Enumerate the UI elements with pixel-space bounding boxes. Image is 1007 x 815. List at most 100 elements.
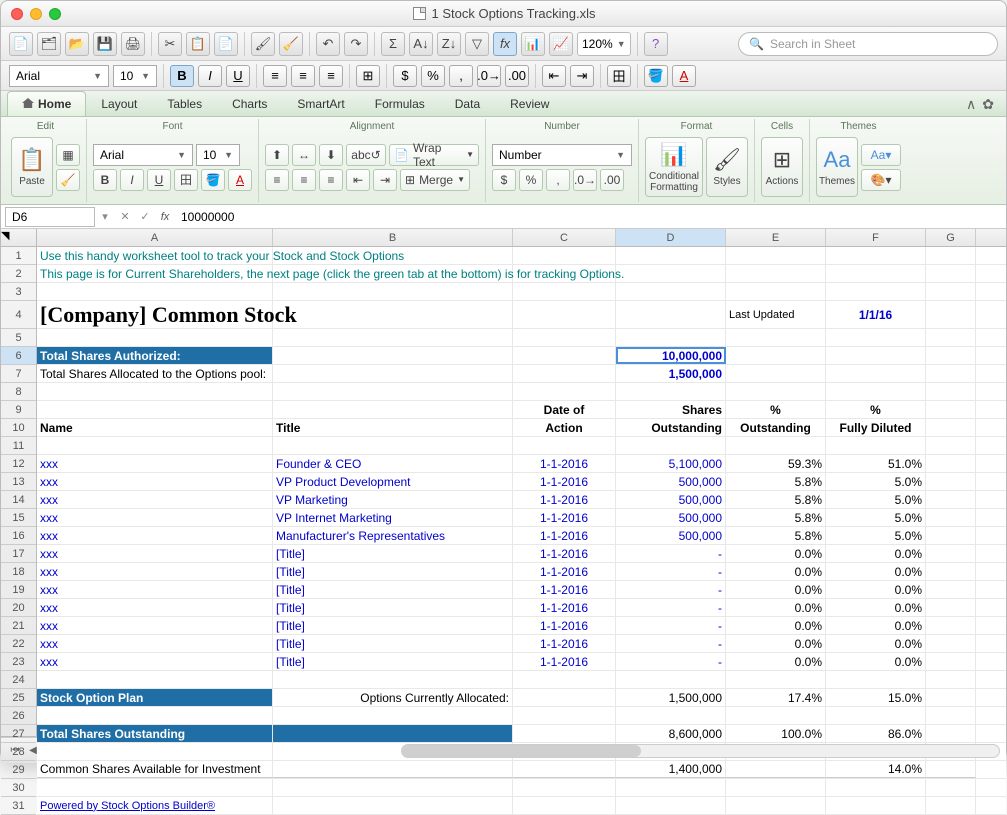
cell[interactable] (926, 725, 976, 742)
cell[interactable] (926, 563, 976, 580)
actions-button[interactable]: ⊞Actions (761, 137, 803, 197)
valign-mid-button[interactable]: ↔ (292, 144, 316, 166)
cell[interactable]: [Title] (273, 599, 513, 616)
minimize-window-button[interactable] (30, 8, 42, 20)
open-button[interactable]: 📂 (65, 32, 89, 56)
themes-button[interactable]: AaThemes (816, 137, 858, 197)
cell[interactable] (926, 779, 976, 796)
cell[interactable] (926, 707, 976, 724)
cell[interactable]: Common Shares Available for Investment (37, 761, 273, 778)
cell[interactable]: Total Shares Allocated to the Options po… (37, 365, 273, 382)
cell[interactable] (926, 419, 976, 436)
cell[interactable]: 1-1-2016 (513, 617, 616, 634)
theme-fonts-button[interactable]: Aa▾ (861, 144, 901, 166)
cell[interactable] (726, 283, 826, 300)
cell[interactable] (826, 283, 926, 300)
clear-button-2[interactable]: 🧹 (56, 169, 80, 191)
cell[interactable] (926, 401, 976, 418)
tab-home[interactable]: A HomeHome (7, 91, 86, 116)
cell[interactable]: Last Updated (726, 301, 826, 328)
row-16[interactable]: 16 (1, 527, 36, 545)
cell[interactable] (726, 707, 826, 724)
cell[interactable] (926, 329, 976, 346)
cell[interactable]: Name (37, 419, 273, 436)
cell[interactable]: 1,400,000 (616, 761, 726, 778)
format-painter-button[interactable]: 🖌 (251, 32, 275, 56)
cell[interactable]: 5.8% (726, 473, 826, 490)
cell[interactable] (926, 437, 976, 454)
col-C[interactable]: C (513, 229, 616, 246)
font-family-combo[interactable]: Arial▼ (9, 65, 109, 87)
cell[interactable]: 0.0% (826, 635, 926, 652)
cell[interactable]: xxx (37, 563, 273, 580)
copy-button[interactable]: 📋 (186, 32, 210, 56)
col-B[interactable]: B (273, 229, 513, 246)
cell[interactable]: % (826, 401, 926, 418)
cell[interactable]: 1-1-2016 (513, 491, 616, 508)
cell[interactable]: 0.0% (726, 545, 826, 562)
hscroll-thumb[interactable] (402, 745, 641, 757)
cell[interactable]: Outstanding (616, 419, 726, 436)
cell[interactable] (273, 329, 513, 346)
bold-button[interactable]: B (170, 65, 194, 87)
tab-formulas[interactable]: Formulas (360, 91, 440, 116)
cell[interactable] (616, 707, 726, 724)
row-29[interactable]: 29 (1, 761, 36, 779)
cell[interactable] (826, 797, 926, 814)
cell[interactable] (616, 329, 726, 346)
row-22[interactable]: 22 (1, 635, 36, 653)
cell[interactable]: - (616, 563, 726, 580)
help-button[interactable]: ? (644, 32, 668, 56)
cell[interactable]: 1-1-2016 (513, 545, 616, 562)
cell[interactable] (273, 437, 513, 454)
templates-button[interactable]: 🗂 (37, 32, 61, 56)
cell[interactable]: Shares (616, 401, 726, 418)
cell[interactable] (926, 509, 976, 526)
cell[interactable]: 5.8% (726, 509, 826, 526)
cut-button[interactable]: ✂ (158, 32, 182, 56)
align-right-button[interactable]: ≡ (319, 65, 343, 87)
cell[interactable] (726, 797, 826, 814)
cell[interactable] (513, 383, 616, 400)
cell[interactable]: xxx (37, 617, 273, 634)
cell[interactable] (826, 437, 926, 454)
save-button[interactable]: 💾 (93, 32, 117, 56)
cell[interactable]: VP Marketing (273, 491, 513, 508)
cell[interactable] (513, 725, 616, 742)
indent-left-button[interactable]: ⇤ (542, 65, 566, 87)
cell[interactable] (726, 437, 826, 454)
cell[interactable] (273, 761, 513, 778)
row-15[interactable]: 15 (1, 509, 36, 527)
cell[interactable] (726, 329, 826, 346)
cell[interactable]: Title (273, 419, 513, 436)
ribbon-fillcolor-button[interactable]: 🪣 (201, 169, 225, 191)
cell[interactable]: - (616, 653, 726, 670)
cell[interactable]: 86.0% (826, 725, 926, 742)
cell[interactable] (926, 671, 976, 688)
sort-asc-button[interactable]: A↓ (409, 32, 433, 56)
row-19[interactable]: 19 (1, 581, 36, 599)
cell[interactable] (273, 797, 513, 814)
cell[interactable]: VP Product Development (273, 473, 513, 490)
currency-button-2[interactable]: $ (492, 169, 516, 191)
cell[interactable] (926, 247, 976, 264)
cell[interactable] (616, 797, 726, 814)
redo-button[interactable]: ↷ (344, 32, 368, 56)
cell[interactable] (826, 265, 926, 282)
merge-cells-button[interactable]: ⊞ (356, 65, 380, 87)
collapse-ribbon-button[interactable]: ∧ (966, 96, 976, 113)
cell[interactable] (273, 401, 513, 418)
cell[interactable] (513, 761, 616, 778)
namebox-dropdown[interactable]: ▾ (95, 207, 115, 227)
indent-l-button[interactable]: ⇤ (346, 169, 370, 191)
align-left-button[interactable]: ≡ (263, 65, 287, 87)
cell[interactable] (926, 581, 976, 598)
row-26[interactable]: 26 (1, 707, 36, 725)
cell[interactable]: 1-1-2016 (513, 653, 616, 670)
cell[interactable] (616, 671, 726, 688)
row-8[interactable]: 8 (1, 383, 36, 401)
cell[interactable]: 5.0% (826, 491, 926, 508)
cell[interactable]: 0.0% (726, 617, 826, 634)
cell[interactable] (513, 779, 616, 796)
filter-button[interactable]: ▽ (465, 32, 489, 56)
